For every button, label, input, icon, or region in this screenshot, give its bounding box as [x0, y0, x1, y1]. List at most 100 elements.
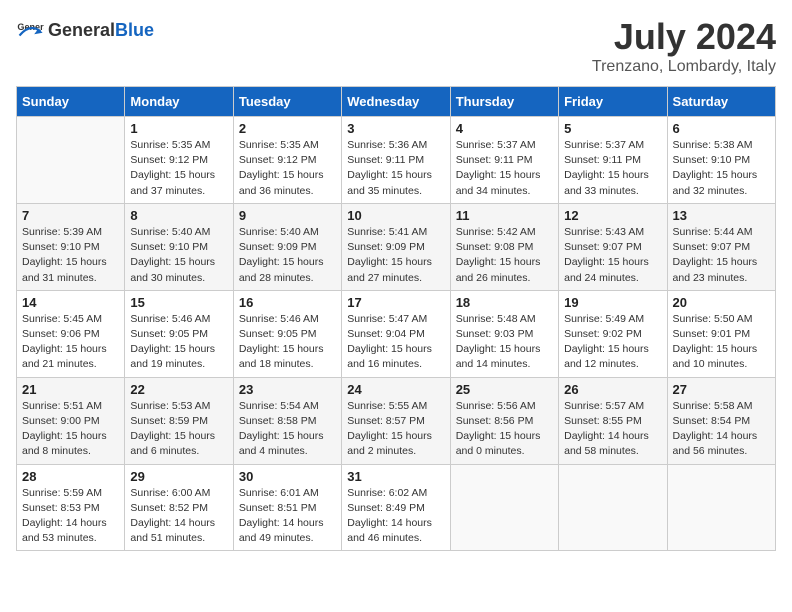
day-info: Sunrise: 5:46 AMSunset: 9:05 PMDaylight:… — [130, 312, 227, 373]
location-subtitle: Trenzano, Lombardy, Italy — [592, 58, 776, 76]
calendar-cell: 14 Sunrise: 5:45 AMSunset: 9:06 PMDayligh… — [17, 290, 125, 377]
col-header-monday: Monday — [125, 87, 233, 117]
day-number: 16 — [239, 295, 336, 310]
logo-blue-text: Blue — [115, 20, 154, 41]
calendar-cell: 16 Sunrise: 5:46 AMSunset: 9:05 PMDayligh… — [233, 290, 341, 377]
day-number: 3 — [347, 121, 444, 136]
day-number: 11 — [456, 208, 553, 223]
col-header-wednesday: Wednesday — [342, 87, 450, 117]
calendar-cell: 25Sunrise: 5:56 AMSunset: 8:56 PMDayligh… — [450, 377, 558, 464]
logo: General GeneralBlue — [16, 16, 154, 44]
day-info: Sunrise: 5:45 AMSunset: 9:06 PMDaylight:… — [22, 312, 119, 373]
calendar-cell: 31 Sunrise: 6:02 AMSunset: 8:49 PMDayligh… — [342, 464, 450, 551]
day-info: Sunrise: 5:41 AMSunset: 9:09 PMDaylight:… — [347, 225, 444, 286]
day-info: Sunrise: 5:51 AMSunset: 9:00 PMDaylight:… — [22, 399, 119, 460]
calendar-week-row: 7 Sunrise: 5:39 AMSunset: 9:10 PMDaylight… — [17, 203, 776, 290]
day-info: Sunrise: 5:35 AMSunset: 9:12 PMDaylight:… — [239, 138, 336, 199]
day-info: Sunrise: 5:40 AMSunset: 9:09 PMDaylight:… — [239, 225, 336, 286]
calendar-cell: 20 Sunrise: 5:50 AMSunset: 9:01 PMDayligh… — [667, 290, 775, 377]
calendar-cell: 17 Sunrise: 5:47 AMSunset: 9:04 PMDayligh… — [342, 290, 450, 377]
day-number: 7 — [22, 208, 119, 223]
calendar-cell: 24 Sunrise: 5:55 AMSunset: 8:57 PMDayligh… — [342, 377, 450, 464]
day-info: Sunrise: 5:44 AMSunset: 9:07 PMDaylight:… — [673, 225, 770, 286]
calendar-cell: 8Sunrise: 5:40 AMSunset: 9:10 PMDaylight… — [125, 203, 233, 290]
day-info: Sunrise: 5:46 AMSunset: 9:05 PMDaylight:… — [239, 312, 336, 373]
calendar-cell: 28Sunrise: 5:59 AMSunset: 8:53 PMDayligh… — [17, 464, 125, 551]
day-info: Sunrise: 5:36 AMSunset: 9:11 PMDaylight:… — [347, 138, 444, 199]
day-info: Sunrise: 5:37 AMSunset: 9:11 PMDaylight:… — [564, 138, 661, 199]
day-info: Sunrise: 5:40 AMSunset: 9:10 PMDaylight:… — [130, 225, 227, 286]
calendar-cell — [450, 464, 558, 551]
day-number: 2 — [239, 121, 336, 136]
month-year-title: July 2024 — [592, 16, 776, 58]
title-area: July 2024 Trenzano, Lombardy, Italy — [592, 16, 776, 76]
day-number: 14 — [22, 295, 119, 310]
calendar-table: SundayMondayTuesdayWednesdayThursdayFrid… — [16, 86, 776, 551]
day-info: Sunrise: 5:55 AMSunset: 8:57 PMDaylight:… — [347, 399, 444, 460]
day-info: Sunrise: 5:47 AMSunset: 9:04 PMDaylight:… — [347, 312, 444, 373]
calendar-cell: 10 Sunrise: 5:41 AMSunset: 9:09 PMDayligh… — [342, 203, 450, 290]
day-info: Sunrise: 5:54 AMSunset: 8:58 PMDaylight:… — [239, 399, 336, 460]
day-info: Sunrise: 5:58 AMSunset: 8:54 PMDaylight:… — [673, 399, 770, 460]
day-info: Sunrise: 6:02 AMSunset: 8:49 PMDaylight:… — [347, 486, 444, 547]
day-number: 22 — [130, 382, 227, 397]
day-info: Sunrise: 5:39 AMSunset: 9:10 PMDaylight:… — [22, 225, 119, 286]
day-info: Sunrise: 5:35 AMSunset: 9:12 PMDaylight:… — [130, 138, 227, 199]
col-header-thursday: Thursday — [450, 87, 558, 117]
day-info: Sunrise: 5:57 AMSunset: 8:55 PMDaylight:… — [564, 399, 661, 460]
day-number: 13 — [673, 208, 770, 223]
calendar-week-row: 14 Sunrise: 5:45 AMSunset: 9:06 PMDayligh… — [17, 290, 776, 377]
calendar-cell: 6Sunrise: 5:38 AMSunset: 9:10 PMDaylight… — [667, 117, 775, 204]
calendar-cell: 2 Sunrise: 5:35 AMSunset: 9:12 PMDaylight… — [233, 117, 341, 204]
calendar-cell: 4 Sunrise: 5:37 AMSunset: 9:11 PMDaylight… — [450, 117, 558, 204]
calendar-cell: 27Sunrise: 5:58 AMSunset: 8:54 PMDayligh… — [667, 377, 775, 464]
col-header-sunday: Sunday — [17, 87, 125, 117]
calendar-cell — [559, 464, 667, 551]
day-info: Sunrise: 5:56 AMSunset: 8:56 PMDaylight:… — [456, 399, 553, 460]
calendar-cell: 15 Sunrise: 5:46 AMSunset: 9:05 PMDayligh… — [125, 290, 233, 377]
day-number: 18 — [456, 295, 553, 310]
day-info: Sunrise: 5:37 AMSunset: 9:11 PMDaylight:… — [456, 138, 553, 199]
day-number: 26 — [564, 382, 661, 397]
col-header-saturday: Saturday — [667, 87, 775, 117]
day-number: 6 — [673, 121, 770, 136]
day-number: 10 — [347, 208, 444, 223]
day-number: 5 — [564, 121, 661, 136]
day-number: 29 — [130, 469, 227, 484]
day-number: 31 — [347, 469, 444, 484]
calendar-cell: 5 Sunrise: 5:37 AMSunset: 9:11 PMDaylight… — [559, 117, 667, 204]
day-number: 9 — [239, 208, 336, 223]
calendar-cell: 9 Sunrise: 5:40 AMSunset: 9:09 PMDaylight… — [233, 203, 341, 290]
day-info: Sunrise: 5:42 AMSunset: 9:08 PMDaylight:… — [456, 225, 553, 286]
calendar-week-row: 21 Sunrise: 5:51 AMSunset: 9:00 PMDayligh… — [17, 377, 776, 464]
header: General GeneralBlue July 2024 Trenzano, … — [16, 16, 776, 76]
calendar-cell — [17, 117, 125, 204]
calendar-cell: 11 Sunrise: 5:42 AMSunset: 9:08 PMDayligh… — [450, 203, 558, 290]
col-header-friday: Friday — [559, 87, 667, 117]
calendar-cell: 3 Sunrise: 5:36 AMSunset: 9:11 PMDaylight… — [342, 117, 450, 204]
calendar-week-row: 1Sunrise: 5:35 AMSunset: 9:12 PMDaylight… — [17, 117, 776, 204]
calendar-cell: 19Sunrise: 5:49 AMSunset: 9:02 PMDayligh… — [559, 290, 667, 377]
calendar-cell: 26 Sunrise: 5:57 AMSunset: 8:55 PMDayligh… — [559, 377, 667, 464]
day-number: 24 — [347, 382, 444, 397]
day-number: 23 — [239, 382, 336, 397]
day-info: Sunrise: 5:43 AMSunset: 9:07 PMDaylight:… — [564, 225, 661, 286]
day-number: 4 — [456, 121, 553, 136]
day-info: Sunrise: 6:00 AMSunset: 8:52 PMDaylight:… — [130, 486, 227, 547]
calendar-cell: 18Sunrise: 5:48 AMSunset: 9:03 PMDayligh… — [450, 290, 558, 377]
logo-icon: General — [16, 16, 44, 44]
day-number: 17 — [347, 295, 444, 310]
day-info: Sunrise: 5:49 AMSunset: 9:02 PMDaylight:… — [564, 312, 661, 373]
day-info: Sunrise: 6:01 AMSunset: 8:51 PMDaylight:… — [239, 486, 336, 547]
day-info: Sunrise: 5:59 AMSunset: 8:53 PMDaylight:… — [22, 486, 119, 547]
day-info: Sunrise: 5:53 AMSunset: 8:59 PMDaylight:… — [130, 399, 227, 460]
day-number: 21 — [22, 382, 119, 397]
day-number: 15 — [130, 295, 227, 310]
calendar-cell: 29 Sunrise: 6:00 AMSunset: 8:52 PMDayligh… — [125, 464, 233, 551]
day-info: Sunrise: 5:50 AMSunset: 9:01 PMDaylight:… — [673, 312, 770, 373]
logo-general-text: General — [48, 20, 115, 41]
calendar-cell: 1Sunrise: 5:35 AMSunset: 9:12 PMDaylight… — [125, 117, 233, 204]
day-number: 20 — [673, 295, 770, 310]
calendar-header-row: SundayMondayTuesdayWednesdayThursdayFrid… — [17, 87, 776, 117]
calendar-cell: 21 Sunrise: 5:51 AMSunset: 9:00 PMDayligh… — [17, 377, 125, 464]
